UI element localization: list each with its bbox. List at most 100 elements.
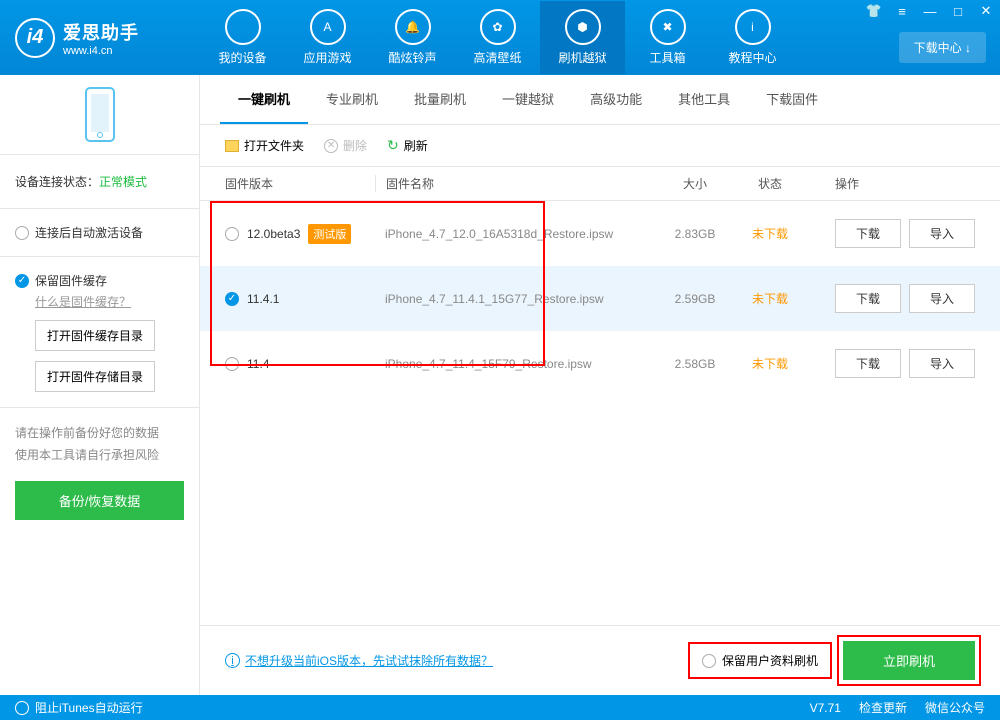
col-status: 状态: [735, 175, 805, 192]
erase-data-link[interactable]: i 不想升级当前iOS版本，先试试抹除所有数据？: [225, 652, 493, 669]
maximize-icon[interactable]: □: [944, 0, 972, 22]
radio-empty-icon: [225, 357, 239, 371]
nav-item-bell[interactable]: 🔔 酷炫铃声: [370, 1, 455, 74]
version-label: V7.71: [810, 701, 841, 715]
minimize-icon[interactable]: —: [916, 0, 944, 22]
version-text: 11.4.1: [247, 292, 279, 306]
nav-item-info[interactable]: i 教程中心: [710, 1, 795, 74]
connection-status: 设备连接状态：正常模式: [0, 155, 199, 209]
menu-icon[interactable]: ≡: [888, 0, 916, 22]
col-name: 固件名称: [375, 175, 655, 192]
version-text: 12.0beta3: [247, 227, 300, 241]
tab-6[interactable]: 下载固件: [748, 75, 836, 124]
apple-icon: [225, 9, 261, 45]
tab-5[interactable]: 其他工具: [660, 75, 748, 124]
radio-empty-icon: [702, 654, 716, 668]
import-button[interactable]: 导入: [909, 284, 975, 313]
app-url: www.i4.cn: [63, 45, 139, 57]
version-text: 11.4: [247, 357, 269, 371]
app-icon: A: [310, 9, 346, 45]
nav-item-flower[interactable]: ✿高清壁纸: [455, 1, 540, 74]
nav-label: 酷炫铃声: [370, 49, 455, 66]
radio-empty-icon: [15, 226, 29, 240]
firmware-row[interactable]: 12.0beta3 测试版 iPhone_4.7_12.0_16A5318d_Re…: [200, 201, 1000, 266]
nav-label: 应用游戏: [285, 49, 370, 66]
import-button[interactable]: 导入: [909, 349, 975, 378]
cache-help-link[interactable]: 什么是固件缓存？: [35, 295, 131, 309]
box-icon: ⬢: [565, 9, 601, 45]
check-on-icon: ✓: [15, 274, 29, 288]
phone-icon: [85, 87, 115, 142]
open-store-dir-button[interactable]: 打开固件存储目录: [35, 361, 155, 392]
nav-item-app[interactable]: A 应用游戏: [285, 1, 370, 74]
download-button[interactable]: 下载: [835, 284, 901, 313]
download-button[interactable]: 下载: [835, 349, 901, 378]
tab-2[interactable]: 批量刷机: [396, 75, 484, 124]
tab-4[interactable]: 高级功能: [572, 75, 660, 124]
folder-icon: [225, 140, 239, 152]
status-value: 正常模式: [99, 175, 147, 189]
col-action: 操作: [805, 175, 975, 192]
firmware-list: 12.0beta3 测试版 iPhone_4.7_12.0_16A5318d_Re…: [200, 201, 1000, 396]
info-icon: i: [735, 9, 771, 45]
nav-item-wrench[interactable]: ✖ 工具箱: [625, 1, 710, 74]
flash-now-button[interactable]: 立即刷机: [843, 641, 975, 680]
nav-label: 我的设备: [200, 49, 285, 66]
firmware-size: 2.83GB: [655, 227, 735, 241]
firmware-name: iPhone_4.7_12.0_16A5318d_Restore.ipsw: [375, 227, 655, 241]
firmware-row[interactable]: ✓ 11.4.1 iPhone_4.7_11.4.1_15G77_Restore.…: [200, 266, 1000, 331]
firmware-size: 2.58GB: [655, 357, 735, 371]
sidebar: 设备连接状态：正常模式 连接后自动激活设备 ✓ 保留固件缓存 什么是固件缓存？ …: [0, 75, 200, 695]
backup-note: 请在操作前备份好您的数据 使用本工具请自行承担风险: [0, 408, 199, 481]
wechat-button[interactable]: 微信公众号: [925, 699, 985, 716]
tab-3[interactable]: 一键越狱: [484, 75, 572, 124]
info-icon: i: [225, 653, 240, 668]
col-version: 固件版本: [225, 175, 375, 192]
close-icon[interactable]: ✕: [972, 0, 1000, 22]
open-cache-dir-button[interactable]: 打开固件缓存目录: [35, 320, 155, 351]
content-area: 一键刷机专业刷机批量刷机一键越狱高级功能其他工具下载固件 打开文件夹 ✕ 删除 …: [200, 75, 1000, 695]
delete-button[interactable]: ✕ 删除: [324, 137, 367, 154]
logo-area: i4 爱思助手 www.i4.cn: [0, 18, 200, 58]
firmware-status: 未下载: [735, 290, 805, 307]
flower-icon: ✿: [480, 9, 516, 45]
tab-bar: 一键刷机专业刷机批量刷机一键越狱高级功能其他工具下载固件: [200, 75, 1000, 125]
firmware-status: 未下载: [735, 225, 805, 242]
shirt-icon[interactable]: 👕: [860, 0, 888, 22]
nav-label: 工具箱: [625, 49, 710, 66]
logo-icon: i4: [15, 18, 55, 58]
import-button[interactable]: 导入: [909, 219, 975, 248]
download-center-button[interactable]: 下载中心 ↓: [899, 32, 986, 63]
bell-icon: 🔔: [395, 9, 431, 45]
app-title: 爱思助手: [63, 19, 139, 45]
device-preview: [0, 75, 199, 155]
download-button[interactable]: 下载: [835, 219, 901, 248]
radio-empty-icon: [225, 227, 239, 241]
radio-selected-icon: ✓: [225, 292, 239, 306]
nav-label: 刷机越狱: [540, 49, 625, 66]
tab-0[interactable]: 一键刷机: [220, 75, 308, 124]
nav-item-box[interactable]: ⬢ 刷机越狱: [540, 1, 625, 74]
beta-badge: 测试版: [308, 224, 351, 244]
toolbar: 打开文件夹 ✕ 删除 ↻ 刷新: [200, 125, 1000, 166]
table-header: 固件版本 固件名称 大小 状态 操作: [200, 166, 1000, 201]
app-header: i4 爱思助手 www.i4.cn 我的设备 A 应用游戏 🔔 酷炫铃声✿高清壁纸 ⬢ 刷机…: [0, 0, 1000, 75]
tab-1[interactable]: 专业刷机: [308, 75, 396, 124]
refresh-button[interactable]: ↻ 刷新: [387, 137, 428, 154]
firmware-row[interactable]: 11.4 iPhone_4.7_11.4_15F79_Restore.ipsw …: [200, 331, 1000, 396]
bottom-bar: i 不想升级当前iOS版本，先试试抹除所有数据？ 保留用户资料刷机 立即刷机: [200, 625, 1000, 695]
check-update-button[interactable]: 检查更新: [859, 699, 907, 716]
open-folder-button[interactable]: 打开文件夹: [225, 137, 304, 154]
firmware-name: iPhone_4.7_11.4.1_15G77_Restore.ipsw: [375, 292, 655, 306]
auto-activate-option[interactable]: 连接后自动激活设备: [15, 224, 184, 241]
wrench-icon: ✖: [650, 9, 686, 45]
nav-label: 教程中心: [710, 49, 795, 66]
radio-empty-icon: [15, 701, 29, 715]
firmware-size: 2.59GB: [655, 292, 735, 306]
keep-cache-option[interactable]: ✓ 保留固件缓存: [15, 272, 184, 289]
backup-restore-button[interactable]: 备份/恢复数据: [15, 481, 184, 520]
block-itunes-option[interactable]: 阻止iTunes自动运行: [15, 699, 143, 716]
nav-item-apple[interactable]: 我的设备: [200, 1, 285, 74]
window-controls: 👕 ≡ — □ ✕: [860, 0, 1000, 22]
keep-user-data-option[interactable]: 保留用户资料刷机: [692, 644, 828, 677]
